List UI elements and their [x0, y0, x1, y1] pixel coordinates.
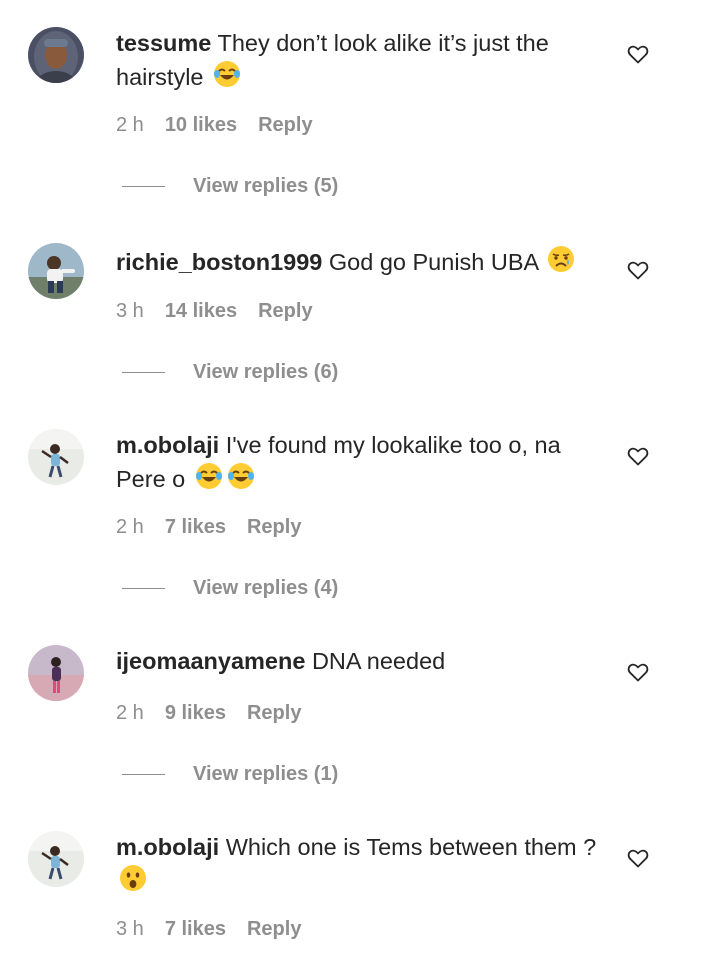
comment-username[interactable]: tessume: [116, 30, 211, 56]
comment-meta: 2 h 7 likes Reply: [116, 516, 301, 539]
comment-timestamp: 2 h: [116, 114, 144, 136]
avatar[interactable]: [28, 243, 84, 299]
view-replies-label: View replies (4): [193, 577, 339, 599]
comment-timestamp: 2 h: [116, 516, 144, 538]
comment-text: richie_boston1999 God go Punish UBA: [116, 244, 606, 278]
comment-timestamp: 3 h: [116, 300, 144, 322]
replies-divider-line: [122, 372, 165, 373]
face-with-tears-of-joy-emoji: [227, 463, 254, 489]
comment-username[interactable]: m.obolaji: [116, 834, 219, 860]
replies-divider-line: [122, 774, 165, 775]
comment-text: m.obolaji Which one is Tems between them…: [116, 832, 606, 897]
comment-username[interactable]: m.obolaji: [116, 432, 219, 458]
comment-likes-count[interactable]: 7 likes: [165, 516, 226, 539]
avatar[interactable]: [28, 27, 84, 83]
comment-meta: 3 h 7 likes Reply: [116, 918, 301, 941]
comment-text: m.obolaji I've found my lookalike too o,…: [116, 430, 606, 495]
comment-likes-count[interactable]: 9 likes: [165, 702, 226, 725]
heart-outline-icon[interactable]: [626, 846, 650, 870]
comment-meta: 2 h 9 likes Reply: [116, 702, 301, 725]
reply-button[interactable]: Reply: [247, 918, 301, 941]
comment-timestamp: 3 h: [116, 918, 144, 940]
comment-meta: 2 h 10 likes Reply: [116, 114, 313, 137]
comment-timestamp: 2 h: [116, 702, 144, 724]
avatar[interactable]: [28, 645, 84, 701]
avatar[interactable]: [28, 831, 84, 887]
reply-button[interactable]: Reply: [247, 702, 301, 725]
comment-body: Which one is Tems between them ?: [225, 834, 597, 860]
heart-outline-icon[interactable]: [626, 258, 650, 282]
view-replies-button[interactable]: View replies (4): [122, 577, 338, 600]
sad-but-relieved-face-emoji: [548, 246, 575, 272]
comment-body: DNA needed: [311, 648, 446, 674]
view-replies-button[interactable]: View replies (6): [122, 361, 338, 384]
reply-button[interactable]: Reply: [247, 516, 301, 539]
view-replies-label: View replies (5): [193, 175, 339, 197]
replies-divider-line: [122, 588, 165, 589]
face-with-open-mouth-emoji: [120, 865, 146, 891]
view-replies-button[interactable]: View replies (5): [122, 175, 338, 198]
comment-body: God go Punish UBA: [328, 249, 538, 275]
face-with-tears-of-joy-emoji: [214, 61, 241, 87]
heart-outline-icon[interactable]: [626, 660, 650, 684]
reply-button[interactable]: Reply: [258, 300, 312, 323]
comment-likes-count[interactable]: 7 likes: [165, 918, 226, 941]
comment-username[interactable]: richie_boston1999: [116, 249, 322, 275]
comment-meta: 3 h 14 likes Reply: [116, 300, 313, 323]
view-replies-button[interactable]: View replies (1): [122, 763, 338, 786]
comment-text: ijeomaanyamene DNA needed: [116, 646, 606, 677]
avatar[interactable]: [28, 429, 84, 485]
comment-text: tessume They don’t look alike it’s just …: [116, 28, 606, 93]
reply-button[interactable]: Reply: [258, 114, 312, 137]
comment-likes-count[interactable]: 14 likes: [165, 300, 237, 323]
heart-outline-icon[interactable]: [626, 42, 650, 66]
view-replies-label: View replies (6): [193, 361, 339, 383]
face-with-tears-of-joy-emoji: [195, 463, 222, 489]
comment-likes-count[interactable]: 10 likes: [165, 114, 237, 137]
comment-username[interactable]: ijeomaanyamene: [116, 648, 305, 674]
heart-outline-icon[interactable]: [626, 444, 650, 468]
view-replies-label: View replies (1): [193, 763, 339, 785]
replies-divider-line: [122, 186, 165, 187]
